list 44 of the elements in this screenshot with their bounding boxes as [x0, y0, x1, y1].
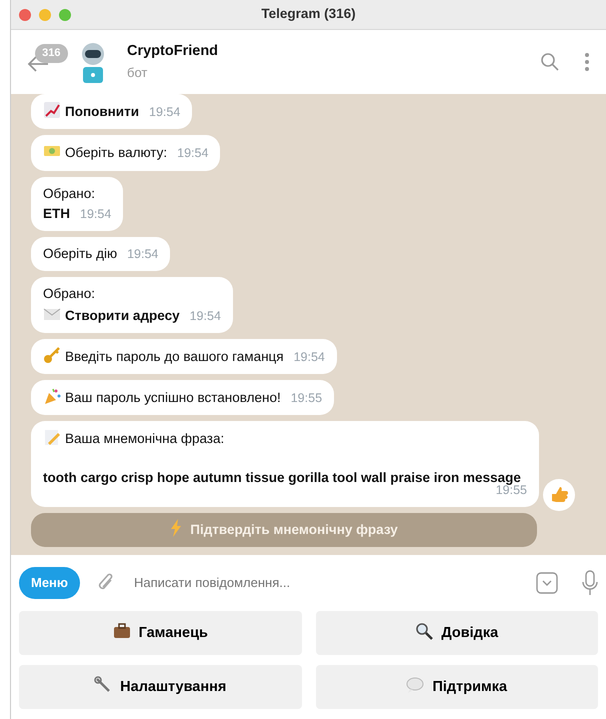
back-arrow-icon[interactable]	[27, 56, 49, 72]
speech-bubble-icon	[406, 676, 424, 694]
chart-icon	[43, 101, 61, 119]
thumbs-up-icon[interactable]	[543, 479, 575, 511]
emoji-panel-icon[interactable]	[536, 572, 558, 594]
message-text: Введіть пароль до вашого гаманця	[65, 348, 284, 364]
message-text: tooth cargo crisp hope autumn tissue gorilla tool wall praise iron message	[43, 470, 521, 484]
unread-count: 316	[35, 44, 68, 63]
window-title: Telegram (316)	[261, 5, 356, 24]
chat-status: бот	[127, 64, 148, 82]
keyboard-button[interactable]: Гаманець	[19, 611, 302, 655]
message-time: 19:54	[127, 247, 158, 261]
message-time: 19:54	[294, 350, 325, 364]
message-text: Оберіть дію	[43, 246, 118, 261]
keyboard-button[interactable]: Підтримка	[316, 665, 598, 709]
key-icon	[43, 346, 61, 364]
message-text: ETH	[43, 206, 70, 221]
message-text: Поповнити	[65, 104, 140, 119]
message-time: 19:55	[290, 391, 322, 405]
message-text: Ваша мнемонічна фраза:	[65, 431, 224, 446]
message-text: Обрано:	[43, 286, 95, 302]
lightning-icon	[170, 519, 182, 538]
message-time: 19:54	[190, 308, 221, 322]
memo-icon	[43, 428, 61, 446]
more-icon[interactable]	[584, 52, 590, 72]
message-time: 19:54	[149, 105, 180, 119]
keyboard-button[interactable]: Довідка	[316, 611, 598, 655]
party-popper-icon	[43, 387, 61, 405]
message-text: Ваш пароль успішно встановлено!	[65, 390, 281, 405]
message-text: Створити адресу	[65, 308, 180, 322]
chat-name: CryptoFriend	[127, 42, 218, 62]
minimize-button[interactable]	[39, 8, 51, 20]
message-text: Оберіть валюту:	[65, 145, 168, 160]
keyboard-button[interactable]: Налаштування	[19, 665, 302, 709]
maximize-button[interactable]	[59, 8, 71, 20]
close-button[interactable]	[19, 8, 31, 20]
briefcase-icon	[112, 622, 131, 640]
wrench-icon	[94, 676, 112, 694]
microphone-icon[interactable]	[582, 570, 598, 596]
magnifier-icon	[415, 622, 434, 640]
message-time: 19:54	[80, 206, 112, 221]
search-icon[interactable]	[540, 52, 560, 72]
message-time: 19:54	[177, 146, 208, 160]
message-text: Обрано:	[43, 186, 95, 200]
